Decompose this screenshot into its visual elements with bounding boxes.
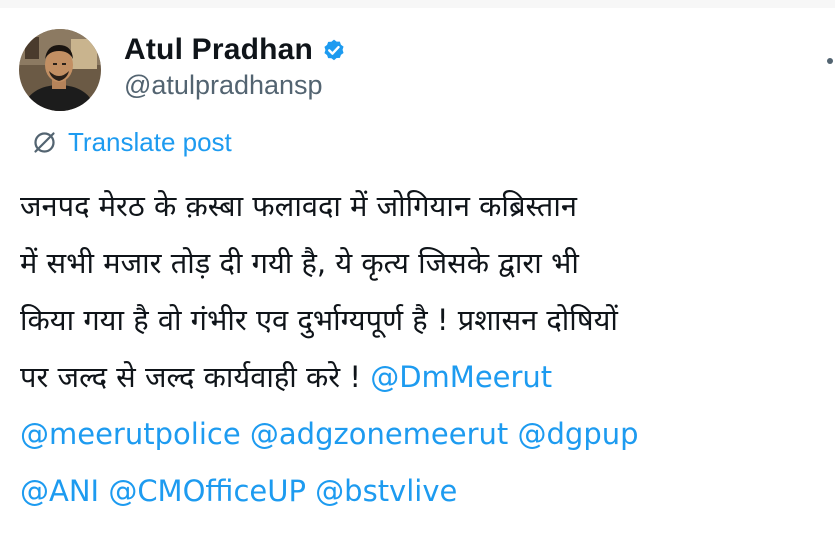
top-divider [0, 0, 835, 8]
author-handle[interactable]: @atulpradhansp [124, 70, 323, 101]
mention-separator [508, 417, 517, 451]
tweet-text: जनपद मेरठ के क़स्बा फलावदा में जोगियान क… [20, 178, 825, 520]
mention-link-ani[interactable]: @ANI [20, 474, 99, 508]
mention-separator [306, 474, 315, 508]
mention-link-dgpup[interactable]: @dgpup [518, 417, 639, 451]
mention-link-cmofficeup[interactable]: @CMOfficeUP [108, 474, 306, 508]
mention-separator [241, 417, 250, 451]
translate-post-label: Translate post [68, 126, 232, 157]
tweet-text-segment: जनपद मेरठ के क़स्बा फलावदा में जोगियान क… [20, 189, 577, 223]
tweet-text-line: @meerutpolice @adgzonemeerut @dgpup [20, 406, 825, 463]
translate-post-link[interactable]: Translate post [31, 123, 232, 161]
verified-badge-icon [324, 39, 344, 61]
tweet-text-line: @ANI @CMOfficeUP @bstvlive [20, 463, 825, 520]
more-options-icon[interactable] [827, 58, 833, 64]
tweet-card: Atul Pradhan @atulpradhansp Translate po… [0, 0, 835, 538]
tweet-text-line: किया गया है वो गंभीर एव दुर्भाग्यपूर्ण ह… [20, 292, 825, 349]
tweet-text-line: जनपद मेरठ के क़स्बा फलावदा में जोगियान क… [20, 178, 825, 235]
tweet-text-segment: किया गया है वो गंभीर एव दुर्भाग्यपूर्ण ह… [20, 303, 618, 337]
translate-globe-icon [34, 131, 55, 153]
tweet-text-line: में सभी मजार तोड़ दी गयी है, ये कृत्य जि… [20, 235, 825, 292]
mention-separator [99, 474, 108, 508]
avatar[interactable] [19, 29, 101, 111]
author-name-row: Atul Pradhan [124, 30, 347, 70]
mention-link-dmmeerut[interactable]: @DmMeerut [370, 360, 552, 394]
profile-photo-icon [19, 29, 101, 111]
tweet-text-segment: पर जल्द से जल्द कार्यवाही करे ! [20, 360, 371, 394]
author-display-name[interactable]: Atul Pradhan [124, 33, 313, 67]
mention-link-bstvlive[interactable]: @bstvlive [315, 474, 457, 508]
mention-link-meerutpolice[interactable]: @meerutpolice [20, 417, 241, 451]
mention-link-adgzonemeerut[interactable]: @adgzonemeerut [250, 417, 508, 451]
tweet-text-line: पर जल्द से जल्द कार्यवाही करे ! @DmMeeru… [20, 349, 825, 406]
tweet-text-segment: में सभी मजार तोड़ दी गयी है, ये कृत्य जि… [20, 246, 579, 280]
